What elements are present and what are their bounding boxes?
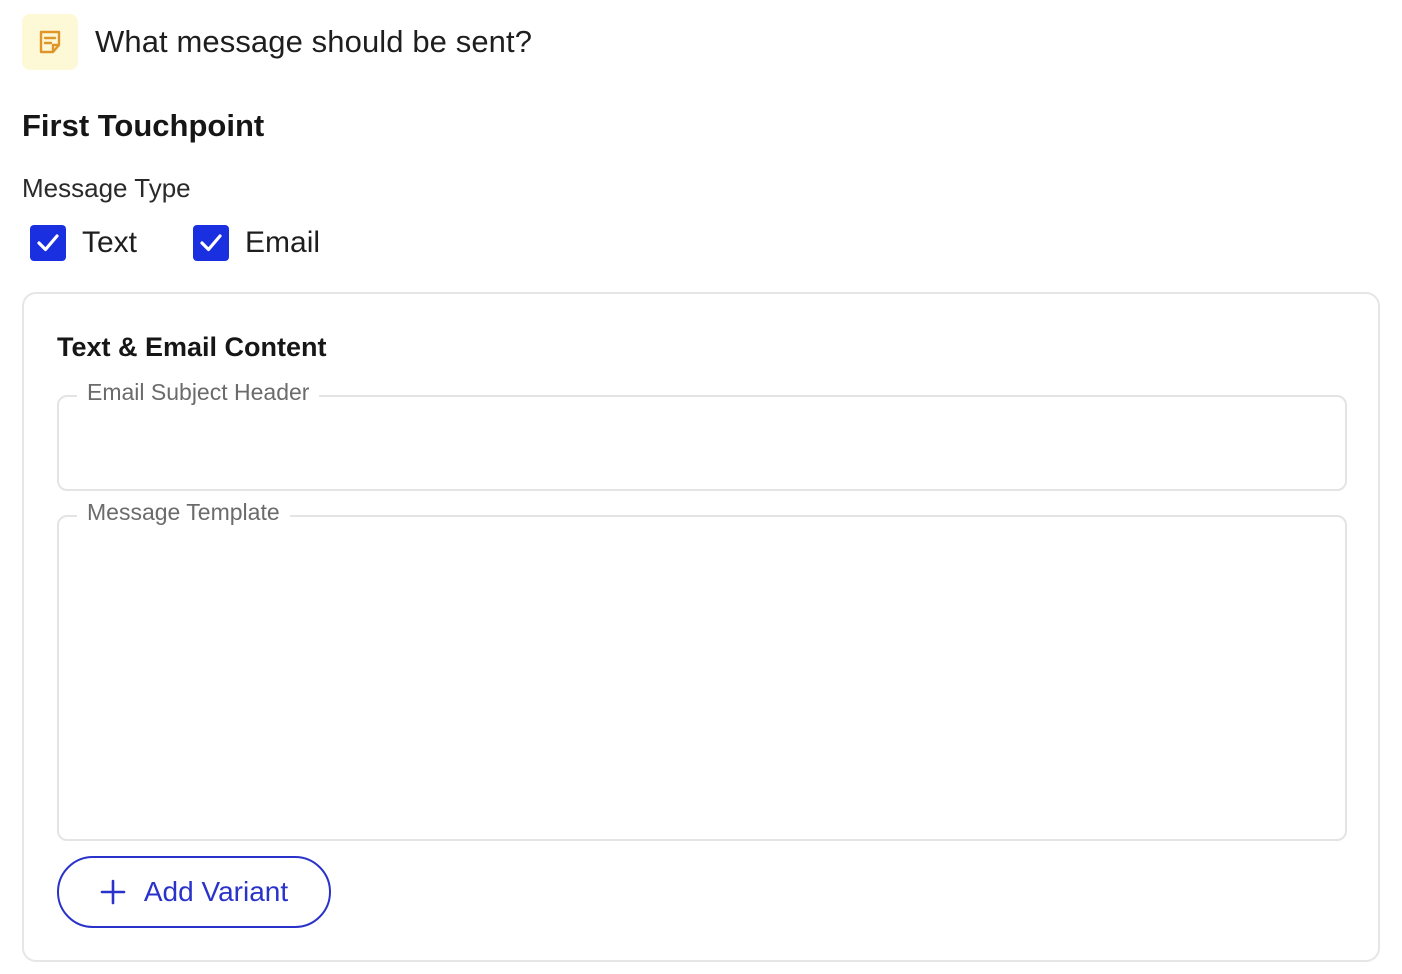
content-card: Text & Email Content Email Subject Heade… xyxy=(22,292,1380,962)
note-icon xyxy=(22,14,78,70)
checkmark-icon[interactable] xyxy=(30,225,66,261)
question-text: What message should be sent? xyxy=(95,24,533,59)
touchpoint-title: First Touchpoint xyxy=(22,108,265,143)
plus-icon xyxy=(100,879,126,905)
text-checkbox-label[interactable]: Text xyxy=(82,226,137,260)
message-template-label: Message Template xyxy=(77,499,290,526)
message-config-page: What message should be sent? First Touch… xyxy=(0,0,1402,974)
question-header: What message should be sent? xyxy=(22,14,532,70)
add-variant-label[interactable]: Add Variant xyxy=(144,876,288,908)
checkmark-icon[interactable] xyxy=(193,225,230,261)
email-checkbox[interactable]: Email xyxy=(193,225,320,261)
add-variant-button[interactable]: Add Variant xyxy=(57,856,331,928)
message-type-options: Text Email xyxy=(30,225,376,261)
email-subject-label: Email Subject Header xyxy=(77,379,320,406)
text-checkbox[interactable]: Text xyxy=(30,225,137,261)
email-checkbox-label[interactable]: Email xyxy=(245,226,320,260)
message-template-field[interactable]: Message Template xyxy=(57,499,1347,841)
email-subject-field[interactable]: Email Subject Header xyxy=(57,379,1347,491)
message-type-label: Message Type xyxy=(22,173,191,203)
content-card-title: Text & Email Content xyxy=(57,332,327,362)
